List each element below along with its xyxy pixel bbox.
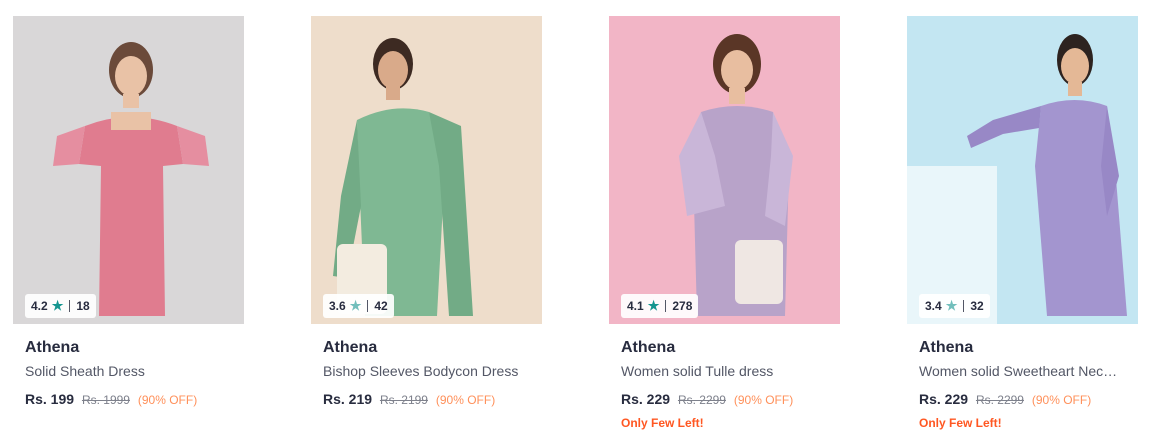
rating-badge: 3.4 ★ 32 — [919, 294, 990, 318]
product-brand[interactable]: Athena — [621, 338, 840, 358]
product-name[interactable]: Women solid Tulle dress — [621, 362, 826, 380]
price-row: Rs. 199 Rs. 1999 (90% OFF) — [25, 390, 244, 409]
rating-count: 18 — [76, 299, 90, 313]
product-meta: Athena Women solid Sweetheart Neck Bodyc… — [907, 324, 1138, 431]
price-row: Rs. 229 Rs. 2299 (90% OFF) — [621, 390, 840, 409]
price-row: Rs. 219 Rs. 2199 (90% OFF) — [323, 390, 542, 409]
product-image[interactable]: 4.1 ★ 278 — [609, 16, 840, 324]
rating-divider — [367, 300, 369, 312]
rating-divider — [69, 300, 71, 312]
product-name[interactable]: Solid Sheath Dress — [25, 362, 230, 380]
rating-value: 3.4 — [925, 299, 942, 313]
product-name[interactable]: Women solid Sweetheart Neck Bodycon Dres… — [919, 362, 1124, 380]
product-brand[interactable]: Athena — [919, 338, 1138, 358]
product-price: Rs. 229 — [919, 391, 969, 407]
rating-count: 42 — [374, 299, 388, 313]
rating-divider — [963, 300, 965, 312]
rating-badge: 4.1 ★ 278 — [621, 294, 699, 318]
product-card[interactable]: 3.6 ★ 42 Athena Bishop Sleeves Bodycon D… — [311, 16, 542, 436]
price-row: Rs. 229 Rs. 2299 (90% OFF) — [919, 390, 1138, 409]
product-price: Rs. 229 — [621, 391, 671, 407]
product-mrp: Rs. 2299 — [975, 393, 1024, 407]
product-mrp: Rs. 2199 — [379, 393, 428, 407]
product-name[interactable]: Bishop Sleeves Bodycon Dress — [323, 362, 528, 380]
product-image[interactable]: 3.4 ★ 32 — [907, 16, 1138, 324]
rating-badge: 4.2 ★ 18 — [25, 294, 96, 318]
product-price: Rs. 219 — [323, 391, 373, 407]
star-icon: ★ — [647, 298, 660, 313]
rating-value: 4.2 — [31, 299, 48, 313]
star-icon: ★ — [349, 298, 362, 313]
rating-count: 278 — [672, 299, 693, 313]
product-meta: Athena Bishop Sleeves Bodycon Dress Rs. … — [311, 324, 542, 409]
product-meta: Athena Women solid Tulle dress Rs. 229 R… — [609, 324, 840, 431]
product-brand[interactable]: Athena — [25, 338, 244, 358]
product-price: Rs. 199 — [25, 391, 75, 407]
rating-value: 3.6 — [329, 299, 346, 313]
rating-value: 4.1 — [627, 299, 644, 313]
product-grid: 4.2 ★ 18 Athena Solid Sheath Dress Rs. 1… — [0, 0, 1156, 440]
product-card[interactable]: 4.1 ★ 278 Athena Women solid Tulle dress… — [609, 16, 840, 436]
product-discount: (90% OFF) — [1031, 393, 1092, 407]
rating-divider — [665, 300, 667, 312]
product-discount: (90% OFF) — [137, 393, 198, 407]
rating-badge: 3.6 ★ 42 — [323, 294, 394, 318]
product-meta: Athena Solid Sheath Dress Rs. 199 Rs. 19… — [13, 324, 244, 409]
star-icon: ★ — [51, 298, 64, 313]
product-discount: (90% OFF) — [733, 393, 794, 407]
product-discount: (90% OFF) — [435, 393, 496, 407]
product-image[interactable]: 3.6 ★ 42 — [311, 16, 542, 324]
product-brand[interactable]: Athena — [323, 338, 542, 358]
stock-note: Only Few Left! — [919, 416, 1002, 430]
product-mrp: Rs. 1999 — [81, 393, 130, 407]
product-mrp: Rs. 2299 — [677, 393, 726, 407]
product-card[interactable]: 4.2 ★ 18 Athena Solid Sheath Dress Rs. 1… — [13, 16, 244, 436]
product-card[interactable]: 3.4 ★ 32 Athena Women solid Sweetheart N… — [907, 16, 1138, 436]
stock-note: Only Few Left! — [621, 416, 704, 430]
star-icon: ★ — [945, 298, 958, 313]
rating-count: 32 — [970, 299, 984, 313]
product-image[interactable]: 4.2 ★ 18 — [13, 16, 244, 324]
